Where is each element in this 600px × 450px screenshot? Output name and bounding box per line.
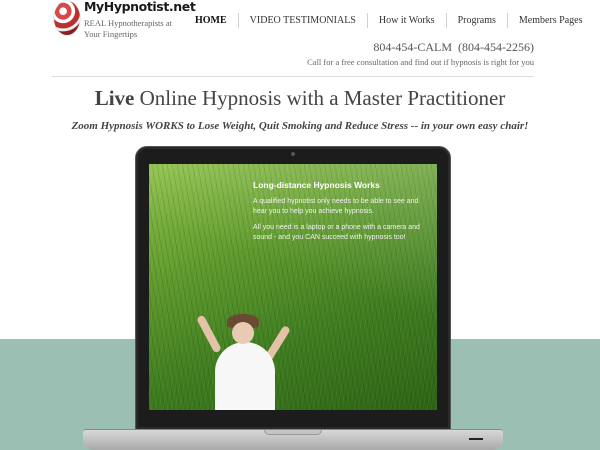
- header-divider: [52, 76, 534, 77]
- screen-paragraph-2: All you need is a laptop or a phone with…: [253, 224, 420, 241]
- laptop-handle: [469, 438, 483, 440]
- brand-tagline: REAL Hypnotherapists at Your Fingertips: [84, 18, 172, 39]
- screen-title: Long-distance Hypnosis Works: [253, 180, 380, 190]
- woman-relaxing-image: [185, 310, 295, 410]
- consultation-note: Call for a free consultation and find ou…: [307, 57, 534, 67]
- laptop-screen: Long-distance Hypnosis Works A qualified…: [149, 164, 437, 410]
- nav-how-it-works[interactable]: How it Works: [366, 12, 446, 28]
- screen-paragraph-1: A qualified hypnotist only needs to be a…: [253, 198, 419, 215]
- webcam-icon: [291, 152, 295, 156]
- woman-face: [232, 322, 254, 344]
- brand-name: MyHypnotist.net: [84, 0, 196, 14]
- globe-logo-icon: [54, 1, 80, 35]
- phone-number[interactable]: 804-454-CALM (804-454-2256): [367, 40, 534, 55]
- site-header: MyHypnotist.net REAL Hypnotherapists at …: [0, 0, 600, 80]
- page-subheadline: Zoom Hypnosis WORKS to Lose Weight, Quit…: [71, 120, 529, 132]
- woman-arm-left: [196, 314, 222, 354]
- laptop-base: [83, 429, 503, 450]
- headline-bold: Live: [94, 86, 135, 110]
- woman-body: [215, 342, 275, 410]
- nav-programs[interactable]: Programs: [445, 12, 507, 28]
- site-logo[interactable]: MyHypnotist.net REAL Hypnotherapists at …: [54, 0, 196, 50]
- screen-text-overlay: Long-distance Hypnosis Works A qualified…: [253, 180, 433, 270]
- page-headline: Live Online Hypnosis with a Master Pract…: [0, 86, 600, 111]
- nav-members-pages[interactable]: Members Pages: [506, 12, 594, 28]
- phone-word: 804-454-CALM: [373, 40, 453, 54]
- headline-rest: Online Hypnosis with a Master Practition…: [134, 86, 506, 110]
- phone-digits: (804-454-2256): [458, 40, 534, 54]
- nav-video-testimonials[interactable]: VIDEO TESTIMONIALS: [237, 12, 367, 28]
- main-nav: HOME VIDEO TESTIMONIALS How it Works Pro…: [188, 11, 594, 29]
- nav-home[interactable]: HOME: [188, 13, 238, 28]
- laptop-illustration: Long-distance Hypnosis Works A qualified…: [135, 146, 451, 430]
- laptop-notch: [264, 430, 322, 435]
